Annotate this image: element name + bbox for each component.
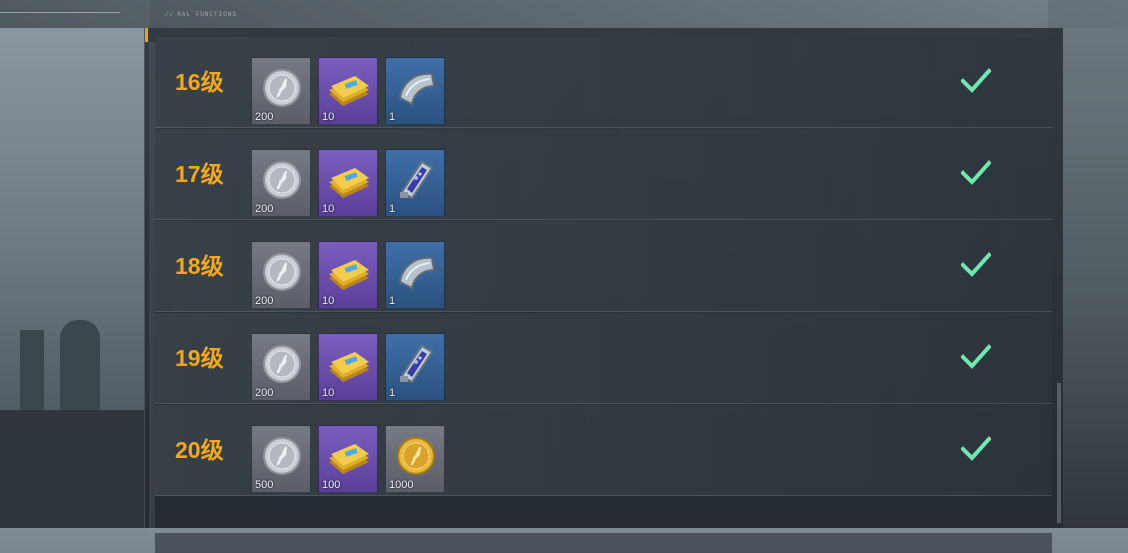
level-rewards-panel: 16级 200 10 1 17级 200 10 1 18级 200 10 1 19级 200 10 1 20级 5…: [144, 28, 1063, 553]
reward-item[interactable]: 500: [251, 425, 311, 493]
claimed-check-icon: [960, 68, 992, 94]
level-label: 18级: [175, 253, 224, 279]
reward-item[interactable]: 100: [318, 425, 378, 493]
panel-accent-mark: [145, 28, 148, 42]
reward-item[interactable]: 1: [385, 149, 445, 217]
claimed-check-icon: [960, 160, 992, 186]
level-label: 16级: [175, 69, 224, 95]
reward-quantity: 1: [389, 387, 396, 399]
top-bar: RAL FUNCTIONS: [0, 0, 1128, 28]
reward-item[interactable]: 10: [318, 149, 378, 217]
reward-quantity: 1: [389, 295, 396, 307]
level-label: 20级: [175, 437, 224, 463]
reward-item[interactable]: 10: [318, 241, 378, 309]
reward-items: 200 10 1: [251, 57, 445, 125]
reward-items: 200 10 1: [251, 241, 445, 309]
claimed-check-icon: [960, 344, 992, 370]
next-row-peek: [155, 533, 1052, 553]
reward-items: 500 100 1000: [251, 425, 445, 493]
claimed-check-icon: [960, 252, 992, 278]
reward-quantity: 200: [255, 295, 274, 307]
level-label: 17级: [175, 161, 224, 187]
reward-quantity: 1: [389, 111, 396, 123]
reward-items: 200 10 1: [251, 149, 445, 217]
reward-rows: 16级 200 10 1 17级 200 10 1 18级 200 10 1 19级 200 10 1 20级 5…: [155, 37, 1052, 497]
reward-quantity: 200: [255, 203, 274, 215]
reward-item[interactable]: 200: [251, 57, 311, 125]
level-label: 19级: [175, 345, 224, 371]
reward-quantity: 1000: [389, 479, 414, 491]
claimed-check-icon: [960, 436, 992, 462]
scrollbar[interactable]: [1057, 383, 1061, 523]
reward-item[interactable]: 10: [318, 57, 378, 125]
reward-item[interactable]: 1000: [385, 425, 445, 493]
reward-quantity: 10: [322, 203, 335, 215]
header-caption: RAL FUNCTIONS: [165, 11, 237, 18]
reward-item[interactable]: 1: [385, 57, 445, 125]
reward-items: 200 10 1: [251, 333, 445, 401]
reward-quantity: 500: [255, 479, 274, 491]
reward-row: 17级 200 10 1: [155, 129, 1052, 220]
reward-item[interactable]: 1: [385, 333, 445, 401]
reward-row: 16级 200 10 1: [155, 37, 1052, 128]
reward-quantity: 200: [255, 387, 274, 399]
reward-row: 18级 200 10 1: [155, 221, 1052, 312]
reward-item[interactable]: 200: [251, 241, 311, 309]
reward-row: 20级 500 100 1000: [155, 405, 1052, 496]
reward-item[interactable]: 10: [318, 333, 378, 401]
reward-quantity: 10: [322, 295, 335, 307]
background-scenery-left: [0, 0, 150, 528]
reward-quantity: 10: [322, 387, 335, 399]
reward-quantity: 100: [322, 479, 341, 491]
reward-row: 19级 200 10 1: [155, 313, 1052, 404]
reward-item[interactable]: 200: [251, 333, 311, 401]
reward-quantity: 10: [322, 111, 335, 123]
reward-quantity: 1: [389, 203, 396, 215]
reward-item[interactable]: 1: [385, 241, 445, 309]
reward-item[interactable]: 200: [251, 149, 311, 217]
reward-quantity: 200: [255, 111, 274, 123]
